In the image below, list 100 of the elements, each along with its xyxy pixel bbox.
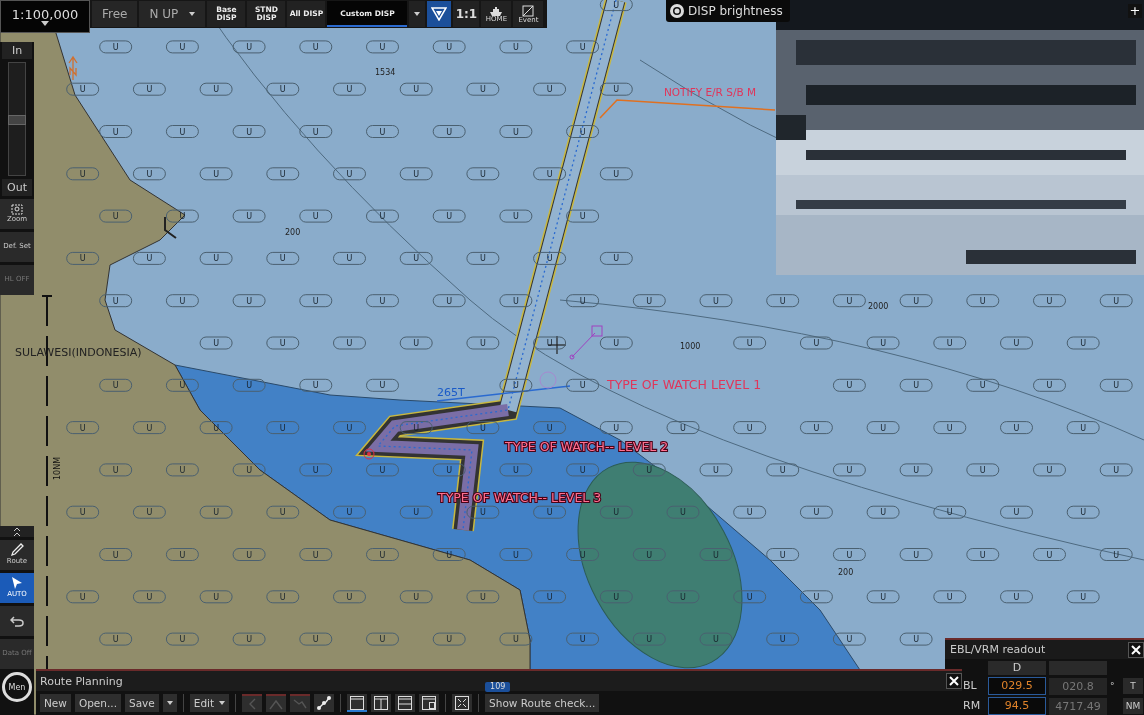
area-symbol: U: [499, 209, 533, 223]
area-symbol: U: [299, 463, 333, 477]
zoom-in-button[interactable]: In: [2, 42, 32, 59]
area-symbol: U: [99, 125, 133, 138]
area-symbol: U: [599, 82, 633, 96]
area-symbol: U: [533, 590, 567, 604]
area-symbol: U: [1033, 294, 1066, 308]
area-symbol: U: [599, 336, 633, 350]
value-field[interactable]: 029.5: [988, 677, 1046, 695]
scale-selector[interactable]: 1:100,000: [0, 0, 90, 33]
area-symbol: U: [66, 251, 100, 265]
area-symbol: U: [132, 590, 166, 604]
depth-label: 1000: [680, 342, 701, 351]
area-symbol: U: [933, 421, 967, 435]
area-symbol: U: [466, 590, 500, 604]
panel-button[interactable]: New: [40, 694, 71, 712]
scale-reset-button[interactable]: 1:1: [453, 1, 480, 27]
area-symbol: U: [299, 632, 333, 646]
area-symbol: U: [466, 421, 500, 435]
edit-dropdown[interactable]: Edit: [189, 694, 230, 712]
unit-button[interactable]: T: [1123, 678, 1143, 694]
area-symbol: U: [832, 463, 866, 477]
area-symbol: U: [799, 590, 833, 604]
area-symbol: U: [766, 294, 800, 308]
area-symbol: U: [1000, 590, 1033, 604]
area-symbol: U: [266, 336, 300, 350]
area-symbol: U: [566, 294, 600, 308]
area-symbol: U: [1066, 421, 1100, 435]
value-field: 4717.49: [1049, 697, 1107, 715]
area-symbol: U: [533, 167, 567, 181]
add-button[interactable]: +: [1128, 4, 1142, 18]
area-symbol: U: [599, 505, 633, 519]
zoom-out-button[interactable]: Out: [2, 179, 32, 196]
area-symbol: U: [333, 251, 366, 265]
area-symbol: U: [499, 548, 533, 561]
area-symbol: U: [132, 505, 166, 519]
area-symbol: U: [599, 251, 633, 265]
area-symbol: U: [399, 167, 433, 181]
panel-title: EBL/VRM readout: [950, 643, 1046, 656]
depth-label: 200: [838, 568, 854, 577]
panel-button[interactable]: Save: [124, 694, 159, 712]
area-symbol: U: [533, 82, 567, 96]
area-symbol: U: [599, 590, 633, 604]
area-symbol: U: [966, 463, 1000, 477]
area-symbol: U: [266, 82, 300, 96]
mode-button[interactable]: Free: [92, 1, 138, 27]
area-symbol: U: [866, 421, 900, 435]
area-symbol: U: [99, 378, 133, 392]
area-symbol: U: [966, 548, 1000, 561]
area-symbol: U: [1099, 294, 1133, 308]
area-symbol: U: [832, 548, 866, 561]
orientation-dropdown[interactable]: N UP: [139, 1, 206, 27]
area-symbol: U: [499, 632, 533, 646]
route-check-button[interactable]: Show Route check...: [485, 694, 600, 712]
depth-label: 1534: [375, 68, 396, 77]
area-symbol: U: [1099, 548, 1133, 561]
count-badge: 109: [485, 682, 511, 692]
area-symbol: U: [733, 590, 767, 604]
area-symbol: U: [165, 209, 199, 223]
area-symbol: U: [366, 378, 399, 392]
area-symbol: U: [533, 251, 567, 265]
area-symbol: U: [799, 421, 833, 435]
area-symbol: U: [432, 548, 466, 561]
area-symbol: U: [632, 294, 666, 308]
area-symbol: U: [132, 82, 166, 96]
area-symbol: U: [232, 125, 266, 138]
area-symbol: U: [933, 505, 967, 519]
area-symbol: U: [1000, 336, 1033, 350]
area-symbol: U: [566, 632, 600, 646]
value-field[interactable]: 94.5: [988, 697, 1046, 715]
area-symbol: U: [599, 167, 633, 181]
area-symbol: U: [1099, 378, 1133, 392]
area-symbol: U: [266, 505, 300, 519]
area-symbol: U: [165, 125, 199, 138]
area-symbol: U: [132, 167, 166, 181]
value-field: 020.8: [1049, 677, 1107, 695]
area-symbol: U: [299, 125, 333, 138]
area-symbol: U: [266, 590, 300, 604]
panel-button[interactable]: Open...: [74, 694, 121, 712]
unit-button[interactable]: NM: [1123, 698, 1143, 714]
area-symbol: U: [966, 294, 1000, 308]
area-symbol: U: [933, 336, 967, 350]
area-symbol: U: [1099, 463, 1133, 477]
brightness-control[interactable]: DISP brightness: [666, 0, 790, 22]
menu-button[interactable]: Men: [2, 672, 32, 702]
area-symbol: U: [499, 378, 533, 392]
area-symbol: U: [1033, 463, 1066, 477]
area-symbol: U: [832, 378, 866, 392]
area-symbol: U: [232, 632, 266, 646]
area-symbol: U: [632, 548, 666, 561]
area-symbol: U: [199, 590, 233, 604]
row-label: BL: [963, 679, 978, 693]
area-symbol: U: [599, 421, 633, 435]
area-symbol: U: [366, 40, 399, 54]
area-symbol: U: [366, 209, 399, 223]
area-symbol: U: [333, 167, 366, 181]
area-symbol: U: [1066, 336, 1100, 350]
area-symbol: U: [566, 378, 600, 392]
area-symbol: U: [199, 82, 233, 96]
depth-label: 200: [285, 228, 301, 237]
